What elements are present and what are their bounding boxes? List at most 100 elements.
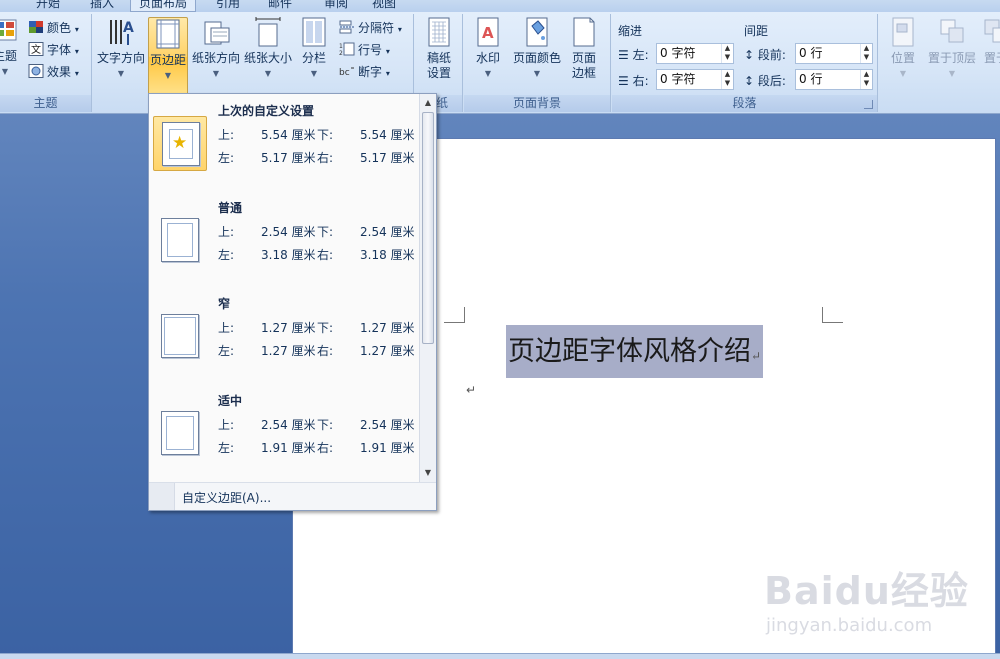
preset-last-custom[interactable]: ★ 上次的自定义设置 上: 5.54 厘米 下: 5.54 厘米 左: 5.17… [149, 94, 420, 190]
svg-text:A: A [123, 20, 134, 36]
breaks-button[interactable]: 分隔符 ▾ [339, 18, 402, 38]
indent-left-text: 左: [632, 48, 649, 62]
label-bottom: 下: [317, 418, 334, 432]
margins-button[interactable]: 页边距 ▼ [148, 17, 188, 96]
theme-colors-button[interactable]: 颜色 ▾ [28, 18, 79, 38]
columns-button[interactable]: 分栏 ▼ [295, 16, 333, 81]
spacing-after-input[interactable]: 0 行 ▲ ▼ [795, 69, 873, 90]
preset-thumbnail: ★ [153, 116, 207, 171]
spinner-arrows-icon[interactable]: ▲ ▼ [721, 70, 733, 89]
spacing-before-icon: ↕ [744, 48, 755, 62]
indent-left-input[interactable]: 0 字符 ▲ ▼ [656, 43, 734, 64]
tab-view[interactable]: 视图 [366, 0, 402, 12]
bring-to-front-button[interactable]: 置于顶层 ▼ [927, 16, 977, 81]
breaks-icon [339, 20, 354, 34]
value-right: 3.18 厘米 [360, 248, 415, 262]
value-top: 2.54 厘米 [261, 225, 316, 239]
manuscript-icon [428, 17, 450, 47]
hyphenation-button[interactable]: bc 断字 ▾ [339, 62, 390, 82]
watermark-button[interactable]: A 水印 ▼ [470, 16, 506, 81]
tab-references[interactable]: 引用 [210, 0, 246, 12]
preset-moderate[interactable]: 适中 上: 2.54 厘米 下: 2.54 厘米 左: 1.91 厘米 右: 1… [149, 384, 420, 480]
tab-home[interactable]: 开始 [30, 0, 66, 12]
paper-size-button[interactable]: 纸张大小 ▼ [243, 16, 293, 81]
indent-right-text: 右: [632, 74, 649, 88]
star-icon: ★ [172, 133, 188, 153]
page-borders-icon [573, 17, 595, 47]
page-color-icon [526, 17, 548, 47]
svg-text:1: 1 [339, 43, 343, 50]
tab-page-layout[interactable]: 页面布局 [130, 0, 196, 12]
label-top: 上: [218, 418, 235, 432]
value-bottom: 5.54 厘米 [360, 128, 415, 142]
spinner-arrows-icon[interactable]: ▲ ▼ [721, 44, 733, 63]
document-text-selected[interactable]: 页边距字体风格介绍↵ [506, 325, 764, 378]
value-left: 1.91 厘米 [261, 441, 316, 455]
scroll-down-icon[interactable]: ▼ [420, 466, 436, 480]
fonts-icon: 文 [28, 42, 44, 56]
baidu-watermark-url: jingyan.baidu.com [766, 615, 933, 636]
margin-corner-mark [822, 307, 843, 323]
dropdown-scrollbar[interactable]: ▲ ▼ [419, 94, 436, 482]
position-button[interactable]: 位置 ▼ [885, 16, 921, 81]
preset-title: 窄 [218, 297, 231, 311]
label-right: 右: [317, 248, 334, 262]
preset-title: 上次的自定义设置 [218, 104, 315, 118]
line-numbers-button[interactable]: 1 2 行号 ▾ [339, 40, 390, 60]
value-bottom: 1.27 厘米 [360, 321, 415, 335]
preset-thumbnail [153, 213, 207, 268]
chevron-down-icon: ▼ [533, 69, 541, 78]
hyphenation-icon: bc [339, 67, 354, 78]
preset-title: 普通 [218, 201, 243, 215]
scrollbar-thumb[interactable] [422, 112, 434, 344]
preset-narrow[interactable]: 窄 上: 1.27 厘米 下: 1.27 厘米 左: 1.27 厘米 右: 1.… [149, 287, 420, 383]
page-margins-icon: ★ [162, 122, 200, 166]
theme-effects-button[interactable]: 效果 ▾ [28, 62, 79, 82]
text-direction-icon: A [110, 20, 134, 45]
spacing-before-input[interactable]: 0 行 ▲ ▼ [795, 43, 873, 64]
theme-button[interactable]: 主题 ▼ [0, 18, 18, 79]
manuscript-settings-button[interactable]: 稿纸 设置 [421, 16, 457, 81]
indent-right-input[interactable]: 0 字符 ▲ ▼ [656, 69, 734, 90]
chevron-down-icon: ▼ [1, 67, 9, 76]
manuscript-label-2: 设置 [426, 66, 451, 80]
page-margins-icon [161, 411, 199, 455]
send-to-back-label: 置于 [983, 51, 1000, 65]
scroll-up-icon[interactable]: ▲ [420, 96, 436, 110]
group-theme: 主题 ▼ 颜色 ▾ 文字体 ▾ 效果 ▾ 主题 [0, 14, 92, 112]
tab-insert[interactable]: 插入 [84, 0, 120, 12]
spinner-arrows-icon[interactable]: ▲ ▼ [860, 70, 872, 89]
tab-mailings[interactable]: 邮件 [262, 0, 298, 12]
dialog-launcher-icon[interactable] [864, 100, 873, 109]
spacing-heading: 间距 [744, 24, 769, 38]
label-top: 上: [218, 321, 235, 335]
value-left: 3.18 厘米 [261, 248, 316, 262]
chevron-down-icon: ▼ [310, 69, 318, 78]
effects-label: 效果 [47, 65, 72, 79]
custom-margins-menu-item[interactable]: 自定义边距(A)... [149, 482, 436, 510]
manuscript-label-1: 稿纸 [426, 51, 451, 65]
paper-size-icon [255, 17, 281, 47]
group-label-page-background: 页面背景 [464, 95, 610, 112]
spinner-arrows-icon[interactable]: ▲ ▼ [860, 44, 872, 63]
spacing-before-value: 0 行 [799, 46, 823, 60]
spacing-before-label: ↕ 段前: [744, 46, 786, 63]
tab-review[interactable]: 审阅 [318, 0, 354, 12]
label-bottom: 下: [317, 225, 334, 239]
paper-size-label: 纸张大小 [243, 51, 292, 65]
status-bar [0, 653, 1000, 659]
preset-normal[interactable]: 普通 上: 2.54 厘米 下: 2.54 厘米 左: 3.18 厘米 右: 3… [149, 191, 420, 287]
page-borders-button[interactable]: 页面 边框 [566, 16, 602, 81]
margin-corner-mark [444, 307, 465, 323]
page-color-label: 页面颜色 [512, 51, 561, 65]
svg-text:2: 2 [339, 50, 343, 56]
baidu-watermark: Baidu经验 [764, 569, 969, 613]
send-to-back-button[interactable]: 置于 [981, 16, 1000, 66]
page-color-button[interactable]: 页面颜色 ▼ [511, 16, 563, 81]
svg-text:bc: bc [339, 68, 350, 78]
text-direction-button[interactable]: A 文字方向 ▼ [96, 16, 146, 81]
margins-preset-list: ★ 上次的自定义设置 上: 5.54 厘米 下: 5.54 厘米 左: 5.17… [149, 94, 420, 482]
orientation-button[interactable]: 纸张方向 ▼ [191, 16, 241, 81]
preset-title: 适中 [218, 394, 243, 408]
theme-fonts-button[interactable]: 文字体 ▾ [28, 40, 79, 60]
